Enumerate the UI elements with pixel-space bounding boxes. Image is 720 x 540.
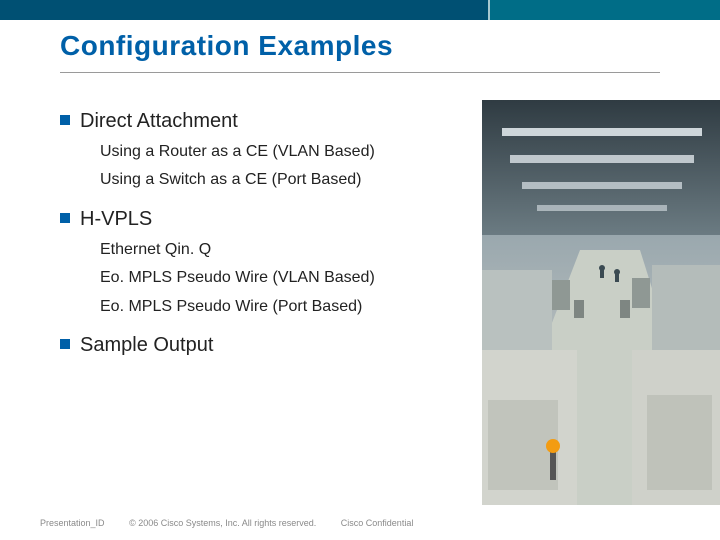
factory-photo-icon: [482, 100, 720, 505]
sub-item: Ethernet Qin. Q: [100, 239, 480, 261]
slide-title: Configuration Examples: [60, 30, 660, 62]
sub-item: Using a Switch as a CE (Port Based): [100, 169, 480, 191]
footer-presentation-id: Presentation_ID: [40, 518, 105, 528]
bullet-icon: [60, 115, 70, 125]
title-area: Configuration Examples: [60, 30, 660, 62]
content-body: Direct Attachment Using a Router as a CE…: [60, 100, 480, 365]
section-heading: Sample Output: [60, 334, 480, 357]
section-direct-attachment: Direct Attachment Using a Router as a CE…: [60, 110, 480, 192]
footer-confidential: Cisco Confidential: [341, 518, 414, 528]
section-sample-output: Sample Output: [60, 334, 480, 357]
slide: Configuration Examples Direct Attachment…: [0, 0, 720, 540]
top-bar: [0, 0, 720, 20]
section-heading: Direct Attachment: [60, 110, 480, 133]
section-heading: H-VPLS: [60, 208, 480, 231]
sub-item: Eo. MPLS Pseudo Wire (VLAN Based): [100, 267, 480, 289]
footer: Presentation_ID © 2006 Cisco Systems, In…: [40, 518, 680, 528]
footer-copyright: © 2006 Cisco Systems, Inc. All rights re…: [129, 518, 316, 528]
section-heading-text: Direct Attachment: [80, 110, 238, 132]
bullet-icon: [60, 213, 70, 223]
sub-item: Eo. MPLS Pseudo Wire (Port Based): [100, 296, 480, 318]
section-hvpls: H-VPLS Ethernet Qin. Q Eo. MPLS Pseudo W…: [60, 208, 480, 318]
section-heading-text: H-VPLS: [80, 208, 152, 230]
section-heading-text: Sample Output: [80, 334, 213, 356]
title-underline: [60, 72, 660, 73]
side-photo: [482, 100, 720, 505]
bullet-icon: [60, 339, 70, 349]
sub-item: Using a Router as a CE (VLAN Based): [100, 141, 480, 163]
